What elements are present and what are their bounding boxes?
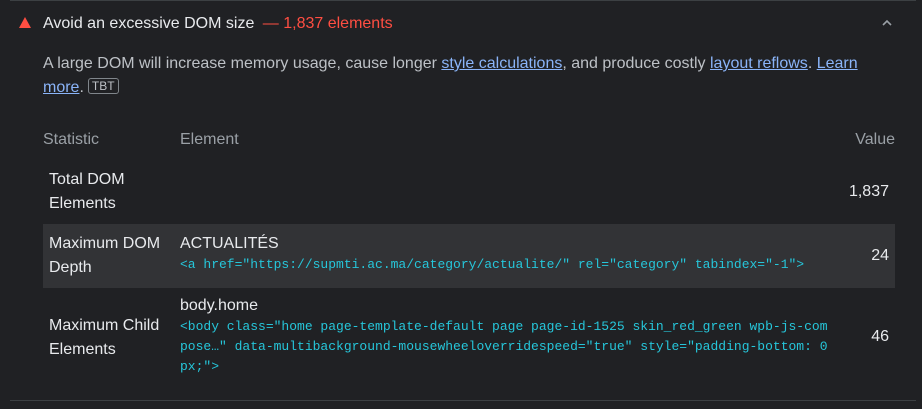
header-value: Value <box>855 131 895 148</box>
statistic-cell: Maximum DOM Depth <box>49 235 161 276</box>
layout-reflows-link[interactable]: layout reflows <box>710 55 808 72</box>
audit-description: A large DOM will increase memory usage, … <box>43 52 883 100</box>
value-cell: 24 <box>871 247 889 264</box>
element-snippet: <body class="home page-template-default … <box>180 319 828 374</box>
audit-title: Avoid an excessive DOM size — 1,837 elem… <box>43 14 393 34</box>
value-cell: 1,837 <box>848 183 889 200</box>
header-statistic: Statistic <box>43 131 100 148</box>
element-label: body.home <box>180 297 258 314</box>
audit-title-text: Avoid an excessive DOM size <box>43 15 255 32</box>
table-row: Maximum Child Elements body.home <body c… <box>43 290 895 390</box>
description-text: , and produce costly <box>562 55 710 72</box>
table-row: Maximum DOM Depth ACTUALITÉS <a href="ht… <box>43 224 895 288</box>
element-label: ACTUALITÉS <box>180 235 279 252</box>
statistic-cell: Maximum Child Elements <box>49 317 160 358</box>
fail-triangle-icon <box>19 17 31 28</box>
tbt-badge: TBT <box>87 78 119 94</box>
value-cell: 46 <box>871 328 889 345</box>
audit-header[interactable]: Avoid an excessive DOM size — 1,837 elem… <box>0 0 922 46</box>
table-row: Total DOM Elements 1,837 <box>43 164 895 222</box>
description-text: . <box>807 55 817 72</box>
element-cell[interactable]: body.home <body class="home page-templat… <box>180 295 830 377</box>
chevron-up-icon[interactable] <box>881 17 893 29</box>
header-element: Element <box>180 131 239 148</box>
element-snippet: <a href="https://supmti.ac.ma/category/a… <box>180 257 805 272</box>
element-cell[interactable]: ACTUALITÉS <a href="https://supmti.ac.ma… <box>180 233 830 275</box>
audit-display-value: — 1,837 elements <box>262 15 393 32</box>
dom-size-audit: Avoid an excessive DOM size — 1,837 elem… <box>0 0 922 409</box>
divider <box>10 400 916 401</box>
style-calculations-link[interactable]: style calculations <box>441 55 562 72</box>
statistic-cell: Total DOM Elements <box>49 171 125 212</box>
description-text: A large DOM will increase memory usage, … <box>43 55 442 72</box>
description-text: . <box>79 79 84 96</box>
